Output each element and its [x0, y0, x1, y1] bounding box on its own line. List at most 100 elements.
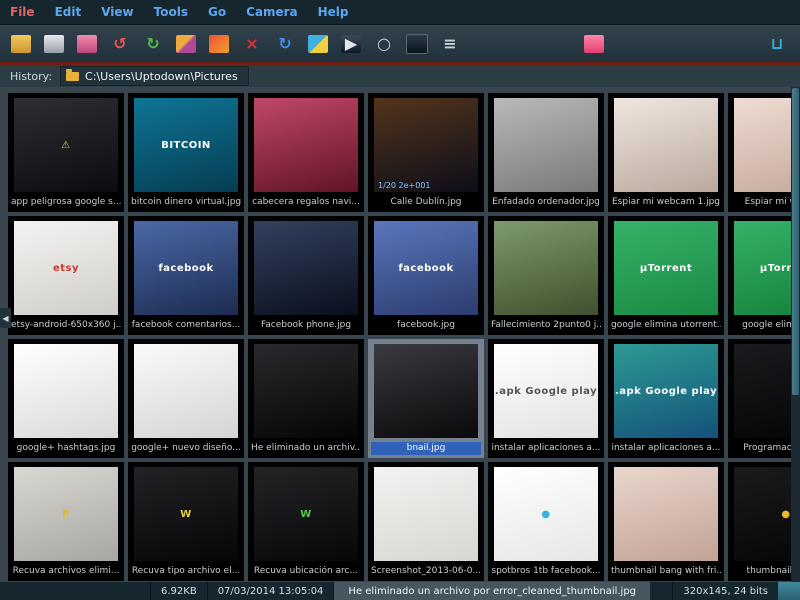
photos-button[interactable]: [173, 31, 199, 57]
thumbnail-image[interactable]: ⚠: [14, 98, 118, 192]
history-path-field[interactable]: C:\Users\Uptodown\Pictures: [60, 66, 249, 86]
thumbnail-overlay-text: µTorrent: [639, 262, 693, 274]
vertical-scrollbar[interactable]: [791, 87, 800, 582]
thumbnail-cell[interactable]: 1/20 2e+001 Calle Dublín.jpg: [368, 93, 484, 212]
thumbnail-cell[interactable]: Enfadado ordenador.jpg: [488, 93, 604, 212]
thumbnail-cell[interactable]: bnail.jpg: [368, 339, 484, 458]
thumbnail-cell[interactable]: Screenshot_2013-06-0...: [368, 462, 484, 581]
thumbnail-image[interactable]: [614, 467, 718, 561]
copy-button[interactable]: [305, 31, 331, 57]
thumbnail-caption: google elimina utorrent...: [611, 320, 721, 330]
thumbnail-cell[interactable]: google+ nuevo diseño...: [128, 339, 244, 458]
thumbnail-cell[interactable]: thumbnail bang with fri...: [608, 462, 724, 581]
thumbnail-caption: Programacion para: [743, 443, 800, 453]
thumbnail-image[interactable]: [374, 467, 478, 561]
thumbnail-image[interactable]: [254, 344, 358, 438]
menu-item-file[interactable]: File: [10, 5, 35, 19]
collapse-panel-arrow-icon[interactable]: [0, 308, 11, 328]
thumbnail-overlay-text: ⚠: [61, 139, 71, 151]
thumbnail-caption: facebook.jpg: [397, 320, 455, 330]
thumbnail-cell[interactable]: ● spotbros 1tb facebook...: [488, 462, 604, 581]
thumbnail-image[interactable]: facebook: [374, 221, 478, 315]
thumbnail-overlay-text: .apk Google play: [494, 385, 598, 397]
thumbnail-image[interactable]: ●: [494, 467, 598, 561]
thumbnail-image[interactable]: .apk Google play: [494, 344, 598, 438]
thumbnail-image[interactable]: [494, 98, 598, 192]
menu-item-tools[interactable]: Tools: [154, 5, 188, 19]
thumbnail-image[interactable]: [14, 344, 118, 438]
thumbnail-image[interactable]: [254, 221, 358, 315]
thumbnail-image[interactable]: µTorrent: [614, 221, 718, 315]
thumbnail-cell[interactable]: P Recuva archivos elimi...: [8, 462, 124, 581]
uptodown-badge-button[interactable]: [581, 31, 607, 57]
thumbnail-cell[interactable]: He eliminado un archiv...: [248, 339, 364, 458]
fullscreen-button[interactable]: [404, 31, 430, 57]
menu-bar: File Edit View Tools Go Camera Help: [0, 0, 800, 25]
cart-button[interactable]: ⊔: [764, 31, 790, 57]
thumbnail-image[interactable]: P: [14, 467, 118, 561]
history-label: History:: [10, 69, 53, 83]
thumbnail-image[interactable]: [254, 98, 358, 192]
thumbnail-image[interactable]: [134, 344, 238, 438]
image-dimensions: 320x145, 24 bits: [672, 582, 778, 600]
save-as-button[interactable]: [74, 31, 100, 57]
thumbnail-cell[interactable]: Facebook phone.jpg: [248, 216, 364, 335]
undo-icon: ↺: [113, 33, 127, 53]
print-button[interactable]: [41, 31, 67, 57]
file-datetime: 07/03/2014 13:05:04: [206, 582, 334, 600]
thumbnail-image[interactable]: W: [254, 467, 358, 561]
thumbnail-cell[interactable]: Programacion para: [728, 339, 800, 458]
thumbnail-caption: cabecera regalos navi...: [252, 197, 360, 207]
undo-button[interactable]: ↺: [107, 31, 133, 57]
thumbnail-cell[interactable]: .apk Google play instalar aplicaciones a.…: [488, 339, 604, 458]
thumbnail-cell[interactable]: BITCOIN bitcoin dinero virtual.jpg: [128, 93, 244, 212]
thumbnail-image[interactable]: .apk Google play: [614, 344, 718, 438]
menu-item-camera[interactable]: Camera: [246, 5, 298, 19]
thumbnail-caption: bitcoin dinero virtual.jpg: [131, 197, 241, 207]
thumbnail-caption: Espiar mi webcam: [744, 197, 800, 207]
thumbnail-cell[interactable]: Espiar mi webcam: [728, 93, 800, 212]
zoom-button[interactable]: ○: [371, 31, 397, 57]
thumbnail-image[interactable]: facebook: [134, 221, 238, 315]
thumbnail-cell[interactable]: µTorrent google elimina utorrent...: [608, 216, 724, 335]
uptodown-badge-icon: [584, 34, 604, 53]
thumbnail-cell[interactable]: .apk Google play instalar aplicaciones a.…: [608, 339, 724, 458]
save-as-icon: [77, 34, 97, 53]
open-folder-button[interactable]: [8, 31, 34, 57]
thumbnail-cell[interactable]: ● thumbnail bitcoin: [728, 462, 800, 581]
menu-item-edit[interactable]: Edit: [55, 5, 82, 19]
slideshow-button[interactable]: ▶: [338, 31, 364, 57]
effects-button[interactable]: [206, 31, 232, 57]
thumbnail-image[interactable]: [374, 344, 478, 438]
thumbnail-image[interactable]: [494, 221, 598, 315]
refresh-button[interactable]: ↻: [272, 31, 298, 57]
thumbnail-overlay-text: ●: [781, 508, 791, 520]
thumbnail-image[interactable]: BITCOIN: [134, 98, 238, 192]
thumbnail-cell[interactable]: facebook facebook comentarios...: [128, 216, 244, 335]
thumbnail-image[interactable]: [614, 98, 718, 192]
thumbnail-cell[interactable]: ⚠ app peligrosa google s...: [8, 93, 124, 212]
history-path: C:\Users\Uptodown\Pictures: [85, 69, 238, 83]
thumbnail-cell[interactable]: facebook facebook.jpg: [368, 216, 484, 335]
thumbnail-image[interactable]: 1/20 2e+001: [374, 98, 478, 192]
thumbnail-caption: Facebook phone.jpg: [260, 320, 352, 330]
menu-item-view[interactable]: View: [101, 5, 133, 19]
thumbnail-cell[interactable]: etsy etsy-android-650x360 j...: [8, 216, 124, 335]
thumbnail-cell[interactable]: µTorrentgoogle elimina utor: [728, 216, 800, 335]
redo-button[interactable]: ↻: [140, 31, 166, 57]
thumbnail-cell[interactable]: Fallecimiento 2punto0 j...: [488, 216, 604, 335]
thumbnail-cell[interactable]: W Recuva ubicación arc...: [248, 462, 364, 581]
thumbnail-cell[interactable]: google+ hashtags.jpg: [8, 339, 124, 458]
thumbnail-image[interactable]: W: [134, 467, 238, 561]
scrollbar-thumb[interactable]: [792, 88, 799, 395]
thumbnail-cell[interactable]: W Recuva tipo archivo el...: [128, 462, 244, 581]
menu-item-go[interactable]: Go: [208, 5, 226, 19]
thumbnail-caption: Fallecimiento 2punto0 j...: [491, 320, 601, 330]
thumbnail-image[interactable]: etsy: [14, 221, 118, 315]
menu-item-help[interactable]: Help: [318, 5, 349, 19]
delete-button[interactable]: ×: [239, 31, 265, 57]
thumbnail-cell[interactable]: Espiar mi webcam 1.jpg: [608, 93, 724, 212]
thumbnail-cell[interactable]: cabecera regalos navi...: [248, 93, 364, 212]
settings-button[interactable]: ≡: [437, 31, 463, 57]
statusbar-corner: [778, 582, 800, 600]
